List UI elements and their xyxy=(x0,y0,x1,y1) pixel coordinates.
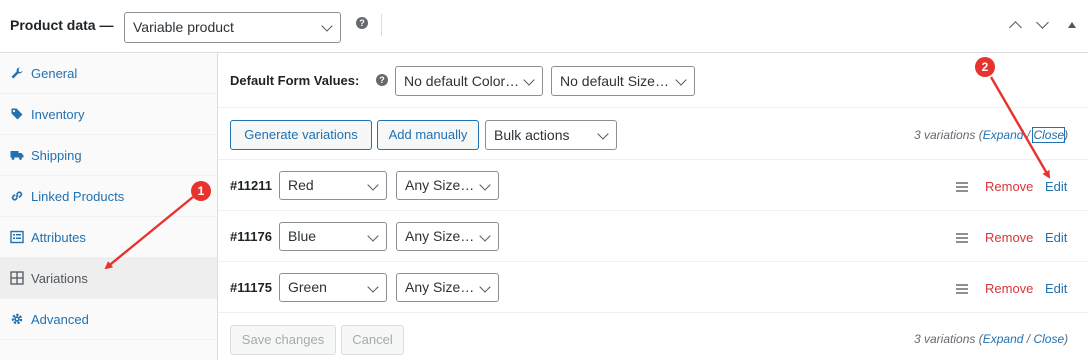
variations-count: 3 variations (Expand / Close) xyxy=(914,332,1069,346)
list-icon xyxy=(10,230,24,244)
truck-icon xyxy=(10,148,24,162)
annotation-badge-1: 1 xyxy=(191,181,211,201)
remove-link[interactable]: Remove xyxy=(985,179,1033,194)
variation-size-select[interactable]: Any Size… xyxy=(396,171,499,200)
tab-linked-products[interactable]: Linked Products xyxy=(0,176,217,217)
tab-label: Advanced xyxy=(31,312,89,327)
default-form-values-label: Default Form Values: xyxy=(230,73,360,88)
add-manually-button[interactable]: Add manually xyxy=(377,120,479,150)
variation-row[interactable]: #11211 Red Any Size… Remove Edit xyxy=(218,160,1088,211)
remove-link[interactable]: Remove xyxy=(985,281,1033,296)
tag-icon xyxy=(10,107,24,121)
variation-id: #11211 xyxy=(230,178,272,193)
tab-label: Variations xyxy=(31,271,88,286)
generate-variations-button[interactable]: Generate variations xyxy=(230,120,372,150)
gear-icon xyxy=(10,312,24,326)
drag-handle-icon[interactable] xyxy=(956,284,968,294)
variation-color-select[interactable]: Red xyxy=(279,171,387,200)
chevron-down-icon xyxy=(597,128,609,140)
move-down-icon[interactable] xyxy=(1035,18,1051,34)
chevron-down-icon xyxy=(479,230,491,242)
tab-label: Attributes xyxy=(31,230,86,245)
product-data-tabs: General Inventory Shipping Linked Produc… xyxy=(0,53,218,360)
tab-variations[interactable]: Variations xyxy=(0,258,217,299)
bulk-actions-select[interactable]: Bulk actions xyxy=(485,120,617,150)
default-color-value: No default Color… xyxy=(404,73,520,89)
variation-row[interactable]: #11176 Blue Any Size… Remove Edit xyxy=(218,211,1088,262)
bulk-actions-value: Bulk actions xyxy=(494,127,570,143)
header-divider xyxy=(381,14,382,36)
variation-color-select[interactable]: Blue xyxy=(279,222,387,251)
edit-link[interactable]: Edit xyxy=(1045,230,1067,245)
default-color-select[interactable]: No default Color… xyxy=(395,66,543,96)
count-text: 3 variations xyxy=(914,332,976,346)
annotation-badge-2: 2 xyxy=(975,57,995,77)
variation-color-value: Blue xyxy=(288,228,317,244)
collapse-toggle-icon[interactable] xyxy=(1068,22,1076,28)
default-form-values-row: Default Form Values: ? No default Color…… xyxy=(218,53,1088,108)
close-link[interactable]: Close xyxy=(1032,127,1066,143)
separator: / xyxy=(1026,128,1031,142)
grid-icon xyxy=(10,271,24,285)
edit-link[interactable]: Edit xyxy=(1045,281,1067,296)
chevron-down-icon xyxy=(479,281,491,293)
variation-size-value: Any Size… xyxy=(405,228,475,244)
expand-link[interactable]: Expand xyxy=(983,128,1024,142)
default-size-select[interactable]: No default Size… xyxy=(551,66,695,96)
variation-color-select[interactable]: Green xyxy=(279,273,387,302)
chevron-down-icon xyxy=(367,179,379,191)
product-type-select[interactable]: Variable product xyxy=(124,12,341,43)
variations-footer: Save changes Cancel 3 variations (Expand… xyxy=(218,313,1088,360)
tab-general[interactable]: General xyxy=(0,53,217,94)
expand-link[interactable]: Expand xyxy=(983,332,1024,346)
default-size-value: No default Size… xyxy=(560,73,669,89)
variations-panel: Default Form Values: ? No default Color…… xyxy=(218,53,1088,360)
save-changes-button[interactable]: Save changes xyxy=(230,325,336,355)
variation-id: #11175 xyxy=(230,280,272,295)
variation-id: #11176 xyxy=(230,229,272,244)
wrench-icon xyxy=(10,66,24,80)
variation-size-value: Any Size… xyxy=(405,279,475,295)
product-data-panel: Product data — Variable product ? Genera… xyxy=(0,0,1088,360)
panel-header: Product data — Variable product ? xyxy=(0,0,1088,53)
cancel-button[interactable]: Cancel xyxy=(341,325,404,355)
variation-size-select[interactable]: Any Size… xyxy=(396,222,499,251)
chevron-down-icon xyxy=(523,74,535,86)
tab-label: Shipping xyxy=(31,148,82,163)
link-icon xyxy=(10,189,24,203)
tab-label: General xyxy=(31,66,78,81)
separator: / xyxy=(1026,332,1031,346)
variation-color-value: Red xyxy=(288,177,314,193)
chevron-down-icon xyxy=(479,179,491,191)
panel-title: Product data — xyxy=(10,17,114,33)
tab-shipping[interactable]: Shipping xyxy=(0,135,217,176)
variation-row[interactable]: #11175 Green Any Size… Remove Edit xyxy=(218,262,1088,313)
chevron-down-icon xyxy=(367,230,379,242)
chevron-down-icon xyxy=(321,20,333,32)
help-icon[interactable]: ? xyxy=(356,17,368,29)
edit-link[interactable]: Edit xyxy=(1045,179,1067,194)
tab-inventory[interactable]: Inventory xyxy=(0,94,217,135)
drag-handle-icon[interactable] xyxy=(956,182,968,192)
help-icon[interactable]: ? xyxy=(376,74,388,86)
close-link[interactable]: Close xyxy=(1033,332,1064,346)
remove-link[interactable]: Remove xyxy=(985,230,1033,245)
chevron-down-icon xyxy=(675,74,687,86)
drag-handle-icon[interactable] xyxy=(956,233,968,243)
tab-label: Inventory xyxy=(31,107,85,122)
variation-size-value: Any Size… xyxy=(405,177,475,193)
variation-size-select[interactable]: Any Size… xyxy=(396,273,499,302)
tab-attributes[interactable]: Attributes xyxy=(0,217,217,258)
variation-color-value: Green xyxy=(288,279,327,295)
product-type-value: Variable product xyxy=(133,19,234,35)
count-text: 3 variations xyxy=(914,128,976,142)
variations-count: 3 variations (Expand / Close) xyxy=(914,127,1069,143)
move-up-icon[interactable] xyxy=(1008,18,1024,34)
chevron-down-icon xyxy=(367,281,379,293)
tab-label: Linked Products xyxy=(31,189,125,204)
tab-advanced[interactable]: Advanced xyxy=(0,299,217,340)
variations-toolbar: Generate variations Add manually Bulk ac… xyxy=(218,108,1088,160)
